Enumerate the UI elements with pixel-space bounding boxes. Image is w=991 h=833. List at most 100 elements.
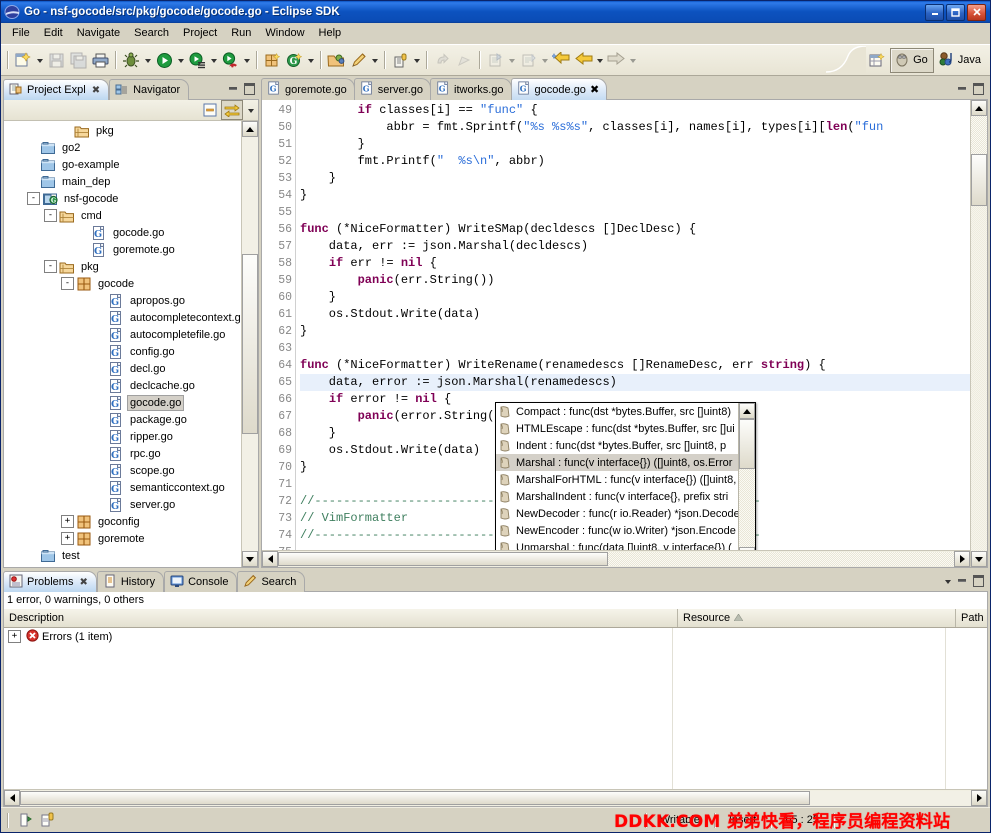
- tree-item[interactable]: Gdecl.go: [4, 360, 241, 377]
- save-icon[interactable]: [45, 49, 67, 71]
- tree-item[interactable]: Gripper.go: [4, 428, 241, 445]
- tree-item[interactable]: + goremote: [4, 530, 241, 547]
- open-resource-icon[interactable]: [484, 49, 506, 71]
- writable-state-icon[interactable]: [36, 809, 58, 831]
- expand-toggle[interactable]: +: [8, 630, 21, 643]
- debug-icon[interactable]: [120, 49, 142, 71]
- tree-item[interactable]: Gdeclcache.go: [4, 377, 241, 394]
- tab-history[interactable]: History: [96, 571, 165, 592]
- perspective-java-button[interactable]: Java: [936, 49, 986, 72]
- tree-item[interactable]: Grpc.go: [4, 445, 241, 462]
- tree-item[interactable]: - cmd: [4, 207, 241, 224]
- minimize-view-icon[interactable]: [226, 82, 240, 96]
- open-resource-dropdown-icon[interactable]: [506, 49, 517, 71]
- menu-project[interactable]: Project: [176, 25, 224, 41]
- content-assist-item[interactable]: MarshalForHTML : func(v interface{}) ([]…: [496, 471, 738, 488]
- close-icon[interactable]: ✖: [590, 83, 599, 96]
- scroll-left-button[interactable]: [4, 790, 20, 806]
- maximize-view-icon[interactable]: [971, 574, 985, 588]
- explorer-vertical-scrollbar[interactable]: [241, 121, 258, 567]
- tree-item[interactable]: pkg: [4, 122, 241, 139]
- tree-item[interactable]: test: [4, 547, 241, 564]
- scroll-track-bottom[interactable]: [971, 206, 987, 551]
- scroll-right-button[interactable]: [971, 790, 987, 806]
- view-menu-icon[interactable]: [245, 99, 256, 121]
- back-icon[interactable]: [572, 49, 594, 71]
- column-header-resource[interactable]: Resource: [678, 609, 956, 627]
- tree-item[interactable]: - pkg: [4, 258, 241, 275]
- new-package-icon[interactable]: [261, 49, 283, 71]
- tree-item[interactable]: Gautocompletefile.go: [4, 326, 241, 343]
- phone-dropdown-icon[interactable]: [241, 49, 252, 71]
- tab-problems[interactable]: Problems ✖: [3, 571, 97, 592]
- editor-tab-goremote[interactable]: G goremote.go: [261, 78, 355, 101]
- last-edit-icon[interactable]: [517, 49, 539, 71]
- run-icon[interactable]: [153, 49, 175, 71]
- tree-item[interactable]: Ggoremote.go: [4, 241, 241, 258]
- maximize-button[interactable]: [946, 3, 965, 21]
- project-tree[interactable]: pkg go2 go-example main_dep - Gnsf-gocode - cmd…: [4, 121, 241, 567]
- tree-item[interactable]: main_dep: [4, 173, 241, 190]
- run-with-phone-icon[interactable]: [219, 49, 241, 71]
- scroll-thumb[interactable]: [20, 791, 810, 805]
- scroll-left-button[interactable]: [262, 551, 278, 567]
- table-row[interactable]: + Errors (1 item): [4, 628, 987, 645]
- editor-tab-itworks[interactable]: G itworks.go: [430, 78, 512, 101]
- minimize-view-icon[interactable]: [955, 574, 969, 588]
- tree-item[interactable]: Gsemanticcontext.go: [4, 479, 241, 496]
- minimize-button[interactable]: [925, 3, 944, 21]
- minimize-editor-icon[interactable]: [955, 82, 969, 96]
- tree-item[interactable]: + goconfig: [4, 513, 241, 530]
- close-icon[interactable]: ✖: [79, 577, 87, 588]
- tree-item[interactable]: Gautocompletecontext.go: [4, 309, 241, 326]
- tree-item[interactable]: - Gnsf-gocode: [4, 190, 241, 207]
- expand-toggle[interactable]: -: [44, 209, 57, 222]
- back-dropdown-icon[interactable]: [594, 49, 605, 71]
- scroll-thumb[interactable]: [242, 254, 258, 434]
- new-element-dropdown-icon[interactable]: [305, 49, 316, 71]
- tab-navigator[interactable]: Navigator: [109, 79, 190, 100]
- back-sparkle-icon[interactable]: [550, 49, 572, 71]
- annotation-dropdown-icon[interactable]: [411, 49, 422, 71]
- new-go-file-icon[interactable]: G: [283, 49, 305, 71]
- maximize-view-icon[interactable]: [242, 82, 256, 96]
- scroll-up-button[interactable]: [242, 121, 258, 137]
- tree-item[interactable]: - gocode: [4, 275, 241, 292]
- content-assist-popup[interactable]: Compact : func(dst *bytes.Buffer, src []…: [495, 402, 756, 550]
- view-menu-icon[interactable]: [942, 570, 953, 592]
- column-header-path[interactable]: Path: [956, 609, 987, 627]
- expand-toggle[interactable]: -: [27, 192, 40, 205]
- scroll-down-button[interactable]: [739, 547, 755, 550]
- tree-item[interactable]: Ggocode.go: [4, 224, 241, 241]
- link-with-editor-icon[interactable]: [221, 100, 243, 120]
- editor-tab-server[interactable]: G server.go: [353, 78, 432, 101]
- tab-console[interactable]: Console: [164, 571, 238, 592]
- forward-dropdown-icon[interactable]: [627, 49, 638, 71]
- content-assist-item[interactable]: NewEncoder : func(w io.Writer) *json.Enc…: [496, 522, 738, 539]
- external-tools-dropdown-icon[interactable]: [208, 49, 219, 71]
- scroll-track-top[interactable]: [242, 137, 258, 254]
- scroll-track[interactable]: [810, 791, 971, 805]
- scroll-thumb[interactable]: [739, 419, 755, 470]
- menu-window[interactable]: Window: [258, 25, 311, 41]
- menu-edit[interactable]: Edit: [37, 25, 70, 41]
- search-dropdown-icon[interactable]: [369, 49, 380, 71]
- search-pencil-icon[interactable]: [347, 49, 369, 71]
- tab-search[interactable]: Search: [237, 571, 306, 592]
- smart-insert-icon[interactable]: [14, 809, 36, 831]
- menu-search[interactable]: Search: [127, 25, 176, 41]
- tree-item[interactable]: go-example: [4, 156, 241, 173]
- perspective-go-button[interactable]: Go: [890, 47, 934, 73]
- run-dropdown-icon[interactable]: [175, 49, 186, 71]
- expand-toggle[interactable]: +: [61, 532, 74, 545]
- content-assist-items[interactable]: Compact : func(dst *bytes.Buffer, src []…: [496, 403, 738, 550]
- run-external-tools-icon[interactable]: [186, 49, 208, 71]
- expand-toggle[interactable]: -: [44, 260, 57, 273]
- expand-toggle[interactable]: -: [61, 277, 74, 290]
- open-perspective-icon[interactable]: [866, 49, 888, 71]
- content-assist-item[interactable]: Marshal : func(v interface{}) ([]uint8, …: [496, 454, 738, 472]
- scroll-thumb[interactable]: [278, 552, 608, 566]
- tree-item[interactable]: Gapropos.go: [4, 292, 241, 309]
- problems-table-body[interactable]: + Errors (1 item): [4, 628, 987, 789]
- undo-icon[interactable]: [431, 49, 453, 71]
